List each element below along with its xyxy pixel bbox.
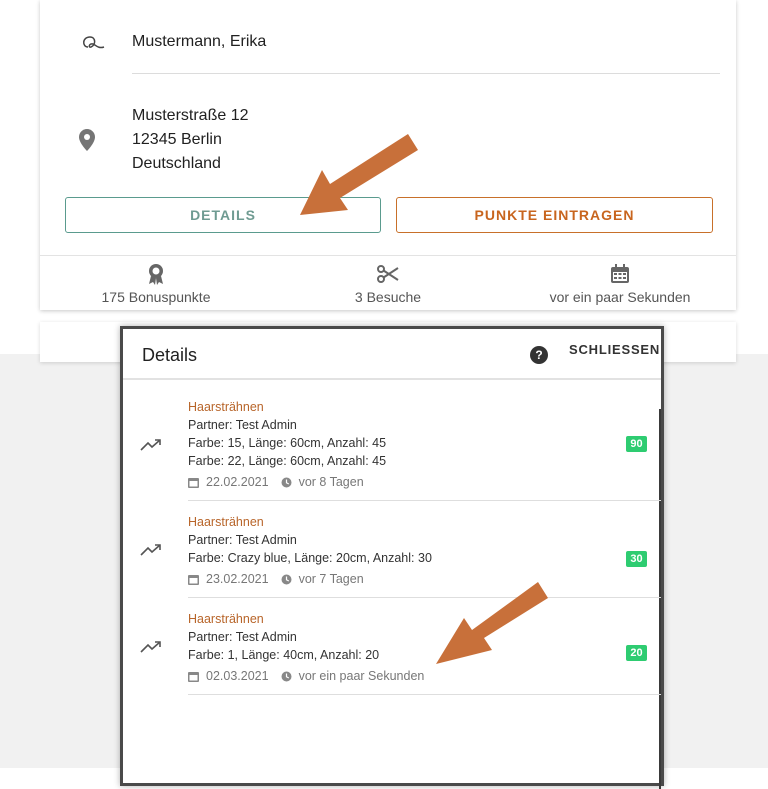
stat-visits: 3 Besuche [272, 262, 504, 305]
list-divider [188, 694, 661, 695]
divider [132, 73, 720, 74]
stat-label: 175 Bonuspunkte [101, 289, 211, 305]
location-pin-icon [77, 128, 97, 152]
entry-detail: Farbe: 15, Länge: 60cm, Anzahl: 45 [188, 436, 387, 450]
entry-detail: Farbe: Crazy blue, Länge: 20cm, Anzahl: … [188, 551, 432, 565]
points-badge: 30 [626, 551, 647, 567]
entry-title: Haarsträhnen [188, 515, 264, 529]
calendar-icon [188, 574, 199, 585]
stat-label: vor ein paar Sekunden [549, 289, 691, 305]
scrollbar-track[interactable] [659, 409, 661, 789]
clock-icon [281, 477, 292, 487]
trending-up-icon [140, 439, 161, 451]
clock-icon [281, 671, 292, 681]
entry-detail: Farbe: 22, Länge: 60cm, Anzahl: 45 [188, 454, 387, 468]
calendar-icon [188, 671, 199, 682]
close-button[interactable]: SCHLIESSEN [569, 342, 660, 357]
entry-partner: Partner: Test Admin [188, 533, 297, 547]
entry-time-ago: vor 8 Tagen [298, 475, 364, 489]
address-street: Musterstraße 12 [132, 107, 249, 124]
scissors-icon [272, 262, 504, 286]
entry-title: Haarsträhnen [188, 612, 264, 626]
list-divider [188, 500, 661, 501]
address-city: 12345 Berlin [132, 131, 222, 148]
customer-name: Mustermann, Erika [132, 33, 267, 50]
add-points-button[interactable]: PUNKTE EINTRAGEN [396, 197, 713, 233]
annotation-arrow-icon [300, 134, 418, 215]
entry-date: 02.03.2021 [206, 669, 269, 683]
clock-icon [281, 574, 292, 584]
calendar-icon [188, 477, 199, 488]
customer-address: Musterstraße 12 12345 Berlin Deutschland [132, 104, 248, 176]
entry-meta: 22.02.2021 vor 8 Tagen [188, 475, 364, 489]
points-badge: 20 [626, 645, 647, 661]
trending-up-icon [140, 641, 161, 653]
stats-divider [40, 255, 736, 256]
entry-partner: Partner: Test Admin [188, 630, 297, 644]
help-icon[interactable]: ? [530, 346, 548, 364]
stat-last-visit: vor ein paar Sekunden [504, 262, 736, 305]
details-dialog: Details ? SCHLIESSEN Haarsträhnen Partne… [120, 326, 664, 789]
entry-meta: 23.02.2021 vor 7 Tagen [188, 572, 364, 586]
entry-time-ago: vor ein paar Sekunden [298, 669, 425, 683]
entry-time-ago: vor 7 Tagen [298, 572, 364, 586]
entry-title: Haarsträhnen [188, 400, 264, 414]
entry-meta: 02.03.2021 vor ein paar Sekunden [188, 669, 424, 683]
entry-detail: Farbe: 1, Länge: 40cm, Anzahl: 20 [188, 648, 380, 662]
dialog-title: Details [142, 345, 198, 365]
trending-up-icon [140, 544, 161, 556]
entry-date: 22.02.2021 [206, 475, 269, 489]
annotation-arrow-icon [436, 582, 548, 664]
signature-icon [80, 33, 106, 55]
list-divider [188, 597, 661, 598]
points-badge: 90 [626, 436, 647, 452]
entry-partner: Partner: Test Admin [188, 418, 297, 432]
award-icon [40, 262, 272, 286]
dialog-header-divider [123, 378, 661, 380]
address-country: Deutschland [132, 155, 221, 172]
stat-bonus-points: 175 Bonuspunkte [40, 262, 272, 305]
entry-date: 23.02.2021 [206, 572, 269, 586]
calendar-icon [504, 262, 736, 286]
stat-label: 3 Besuche [354, 289, 422, 305]
